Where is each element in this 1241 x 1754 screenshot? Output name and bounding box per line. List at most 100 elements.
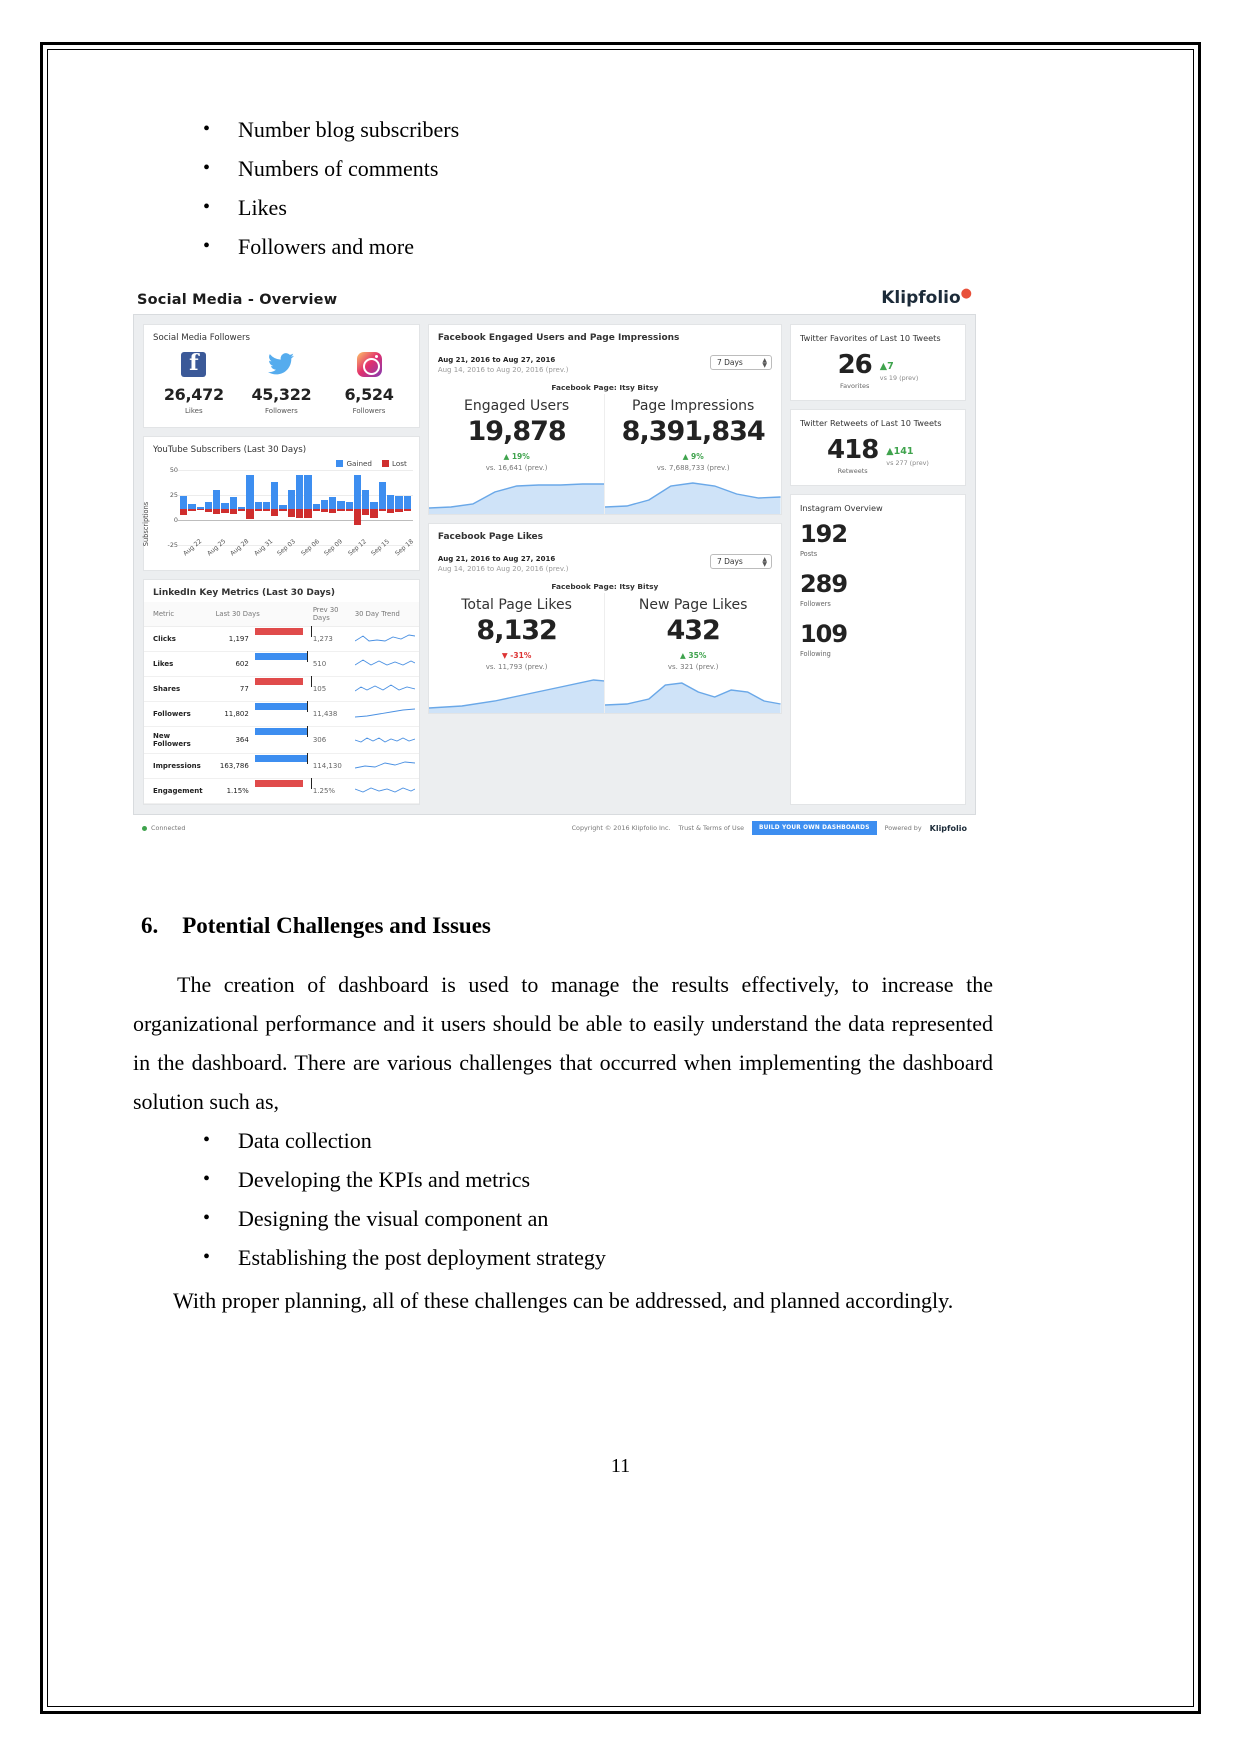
chart-bar — [362, 470, 370, 548]
card-title: Facebook Engaged Users and Page Impressi… — [437, 333, 680, 343]
cell-prev30: 306 — [303, 726, 346, 754]
metric-total-page-likes: Total Page Likes 8,132 ▼ -31% vs. 11,793… — [428, 593, 605, 713]
cell-bar — [250, 701, 309, 727]
klipfolio-dashboard-figure: Social Media - Overview Klipfolio● Socia… — [133, 286, 976, 841]
facebook-icon — [150, 349, 238, 379]
dashboard-left-column: Social Media Followers 26,472 Likes 45,3… — [142, 324, 420, 805]
metric-value: 289 — [799, 570, 848, 598]
cell-trend — [345, 753, 419, 779]
cell-metric: Engagement — [144, 778, 207, 804]
chart-bar — [395, 470, 403, 548]
table-row: Engagement 1.15% 1.25% — [144, 778, 419, 804]
challenges-list: Data collection Developing the KPIs and … — [133, 1121, 993, 1277]
klipfolio-logo-dot: ● — [960, 286, 972, 301]
cell-bar — [250, 651, 309, 677]
chart-bar — [188, 470, 196, 548]
youtube-bar-chart: Subscriptions 50 25 0 -25 Aug 22 Aug 25 … — [142, 466, 419, 572]
chart-legend: Gained Lost — [144, 459, 419, 470]
list-item: Number blog subscribers — [133, 110, 993, 149]
range-select[interactable]: 7 Days ▲ ▼ — [709, 554, 772, 569]
powered-by-label: Powered by — [884, 824, 922, 832]
cell-last30: 602 — [206, 651, 251, 677]
build-dashboard-button[interactable]: BUILD YOUR OWN DASHBOARDS — [752, 821, 877, 835]
date-range: Aug 21, 2016 to Aug 27, 2016 Aug 14, 201… — [438, 554, 569, 574]
list-item: Data collection — [133, 1121, 993, 1160]
table-row: Impressions 163,786 114,130 — [144, 753, 419, 779]
list-item: Establishing the post deployment strateg… — [133, 1238, 993, 1277]
metric-name: Engaged Users — [463, 398, 570, 414]
metric-new-page-likes: New Page Likes 432 ▲ 35% vs. 321 (prev.) — [604, 593, 782, 713]
column-header-trend: 30 Day Trend — [345, 602, 419, 627]
instagram-stat-followers: 289 Followers — [791, 566, 965, 616]
metric-delta: ▲ 9% — [682, 452, 704, 461]
table-row: Likes 602 510 — [144, 651, 419, 677]
card-title: YouTube Subscribers (Last 30 Days) — [153, 445, 307, 455]
x-axis-ticks: Aug 22 Aug 25 Aug 28 Aug 31 Sep 03 Sep 06 Sep … — [178, 538, 414, 572]
table-row: New Followers 364 306 — [144, 726, 419, 754]
chart-bar — [337, 470, 345, 548]
metrics-row: Total Page Likes 8,132 ▼ -31% vs. 11,793… — [428, 593, 782, 713]
section-title: Potential Challenges and Issues — [182, 913, 491, 938]
range-select[interactable]: 7 Days ▲ ▼ — [709, 355, 772, 370]
chart-bar — [279, 470, 287, 548]
metric-previous: vs. 7,688,733 (prev.) — [656, 464, 730, 472]
dashboard-header: Social Media - Overview Klipfolio● — [133, 286, 976, 314]
chart-bar — [304, 470, 312, 548]
cell-metric: Likes — [144, 651, 207, 677]
twitter-retweets-card: Twitter Retweets of Last 10 Tweets 418 R… — [789, 409, 967, 486]
table-row: Shares 77 105 — [144, 676, 419, 702]
chart-bar — [329, 470, 337, 548]
page-number: 11 — [610, 1455, 631, 1477]
footer-links: Copyright © 2016 Klipfolio Inc. Trust & … — [572, 821, 967, 835]
cell-bar — [250, 753, 309, 779]
cell-last30: 1,197 — [206, 626, 251, 652]
cell-last30: 1.15% — [206, 778, 251, 804]
followers-cell-twitter: 45,322 Followers — [238, 349, 326, 415]
date-previous: Aug 14, 2016 to Aug 20, 2016 (prev.) — [437, 565, 569, 573]
facebook-page-likes-card: Facebook Page Likes Aug 21, 2016 to Aug … — [427, 523, 782, 714]
y-tick: 50 — [169, 466, 178, 474]
metric-label: Posts — [799, 550, 818, 558]
metric-value: 432 — [666, 615, 720, 646]
chart-bar — [378, 470, 387, 548]
cell-metric: Clicks — [144, 626, 207, 652]
column-header-last30: Last 30 Days — [206, 602, 304, 627]
metric-delta: ▲7 — [879, 360, 894, 372]
social-media-followers-card: Social Media Followers 26,472 Likes 45,3… — [143, 324, 420, 428]
list-item: Developing the KPIs and metrics — [133, 1160, 993, 1199]
followers-cell-instagram: 6,524 Followers — [325, 349, 413, 415]
cell-metric: Impressions — [144, 753, 207, 779]
dashboard-title: Social Media - Overview — [137, 292, 338, 308]
status-label: Connected — [151, 824, 186, 832]
instagram-icon — [325, 349, 413, 379]
cell-trend — [345, 701, 419, 727]
cell-metric: New Followers — [144, 726, 207, 754]
linkedin-metrics-table: Metric Last 30 Days Prev 30 Days 30 Day … — [144, 602, 419, 804]
date-range: Aug 21, 2016 to Aug 27, 2016 Aug 14, 201… — [438, 355, 569, 375]
metric-page-impressions: Page Impressions 8,391,834 ▲ 9% vs. 7,68… — [604, 394, 781, 514]
metric-name: Page Impressions — [632, 398, 755, 414]
terms-link[interactable]: Trust & Terms of Use — [679, 824, 745, 832]
top-bullet-list: Number blog subscribers Numbers of comme… — [133, 110, 993, 266]
metric-value: 19,878 — [467, 416, 567, 447]
sparkline-total-page-likes — [428, 675, 605, 713]
list-item: Numbers of comments — [133, 149, 993, 188]
chart-bars — [178, 470, 413, 548]
metric-delta: ▼ -31% — [501, 651, 532, 660]
connection-status: Connected — [142, 824, 185, 832]
metric-label: Retweets — [837, 467, 868, 475]
legend-lost: Lost — [381, 459, 407, 468]
instagram-overview-card: Instagram Overview 192 Posts 289 Followe… — [789, 494, 967, 805]
column-header-prev30: Prev 30 Days — [303, 602, 346, 627]
cell-prev30: 510 — [303, 651, 346, 677]
card-controls: Aug 21, 2016 to Aug 27, 2016 Aug 14, 201… — [429, 546, 781, 574]
chart-bar — [229, 470, 237, 548]
metric-value: 8,391,834 — [621, 416, 766, 447]
cell-bar — [250, 626, 313, 652]
chart-bar — [196, 470, 204, 548]
card-body: 418 Retweets ▲141 vs 277 (prev) — [791, 431, 965, 485]
followers-label: Followers — [265, 407, 298, 415]
legend-gained: Gained — [336, 459, 372, 468]
metric-label: Following — [799, 650, 831, 658]
card-title: Twitter Favorites of Last 10 Tweets — [799, 333, 941, 343]
